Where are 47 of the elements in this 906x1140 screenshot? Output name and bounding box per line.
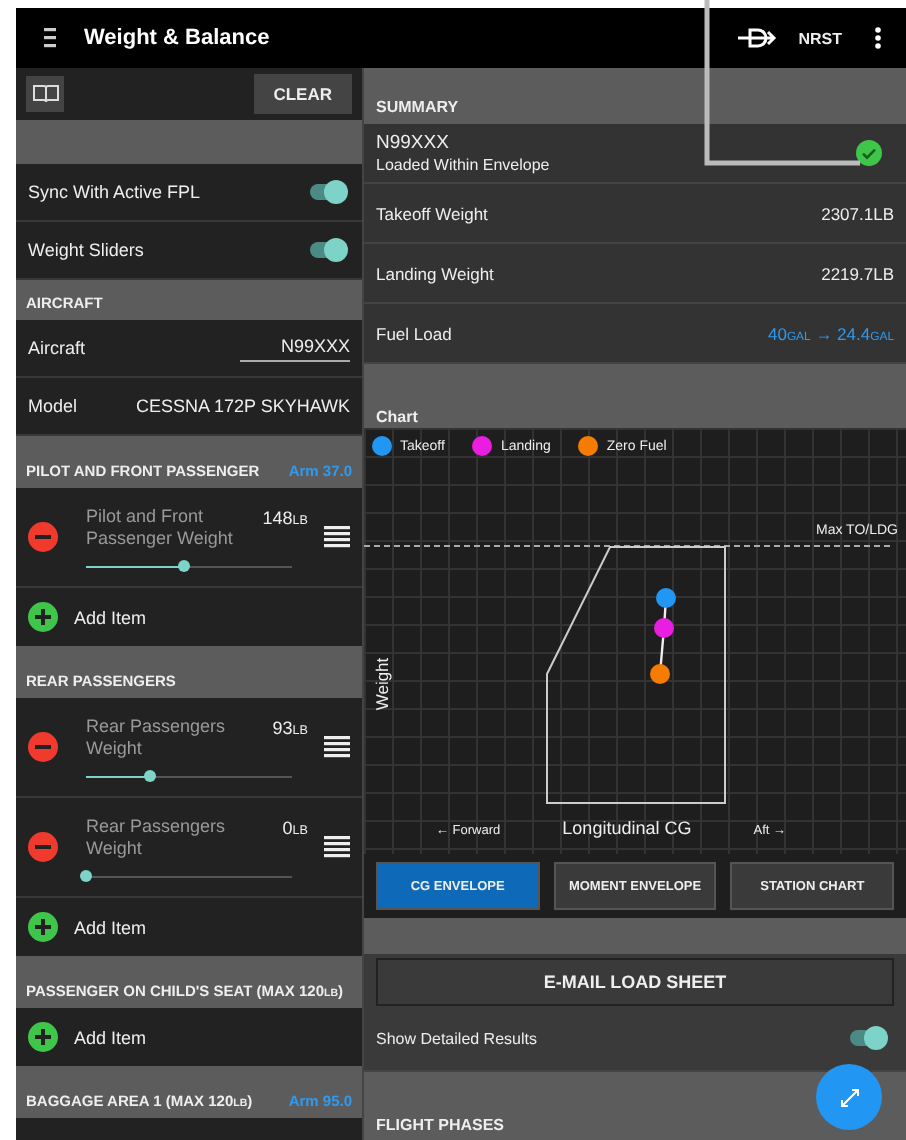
add-icon[interactable] [28,912,58,942]
section-title: SUMMARY [376,98,459,116]
summary-value: 2219.7LB [821,263,894,283]
field-label: Model [28,396,78,416]
email-load-sheet-button[interactable]: E-MAIL LOAD SHEET [376,958,894,1006]
toggle-label: Weight Sliders [28,240,144,260]
add-icon[interactable] [28,602,58,632]
drag-handle-icon[interactable] [324,736,350,758]
add-item-button[interactable]: Add Item [74,1027,147,1047]
aircraft-input[interactable]: N99XXX [240,335,350,361]
add-item-button[interactable]: Add Item [74,607,147,627]
add-icon[interactable] [28,1022,58,1052]
x-axis-label: Longitudinal CG [562,818,692,838]
toggle-switch[interactable] [310,242,342,258]
toggle-switch[interactable] [310,184,342,200]
toggle-label: Sync With Active FPL [28,182,201,202]
book-icon [31,84,59,104]
remove-icon[interactable] [28,732,58,762]
y-axis-label: Weight [372,657,393,711]
expand-icon [839,1087,859,1107]
weight-label: Pilot and Front Passenger Weight [86,505,235,549]
tail-number: N99XXX [376,132,451,154]
drag-handle-icon[interactable] [324,836,350,858]
section-title: FLIGHT PHASES [376,1116,505,1134]
toggle-label: Show Detailed Results [376,1029,537,1047]
more-icon[interactable] [874,26,882,50]
nrst-button[interactable]: NRST [798,29,854,47]
remove-icon[interactable] [28,522,58,552]
weight-label: Rear Passengers Weight [86,815,228,859]
summary-label: Fuel Load [376,323,452,343]
field-label: Aircraft [28,338,86,358]
remove-icon[interactable] [28,832,58,862]
add-item-button[interactable]: Add Item [74,917,147,937]
book-button[interactable] [26,76,64,112]
toggle-switch[interactable] [850,1030,882,1046]
status-text: Loaded Within Envelope [376,156,550,174]
direct-to-icon[interactable] [738,28,779,48]
summary-label: Takeoff Weight [376,203,488,223]
summary-label: Landing Weight [376,263,494,283]
model-value: CESSNA 172P SKYHAWK [135,396,350,416]
section-title: Chart [376,408,418,426]
weight-label: Rear Passengers Weight [86,715,228,759]
summary-value: 2307.1LB [821,203,894,223]
clear-button[interactable]: CLEAR [253,74,352,114]
drag-handle-icon[interactable] [324,526,350,548]
app-title: Weight & Balance [84,26,270,50]
menu-icon[interactable] [44,28,56,48]
